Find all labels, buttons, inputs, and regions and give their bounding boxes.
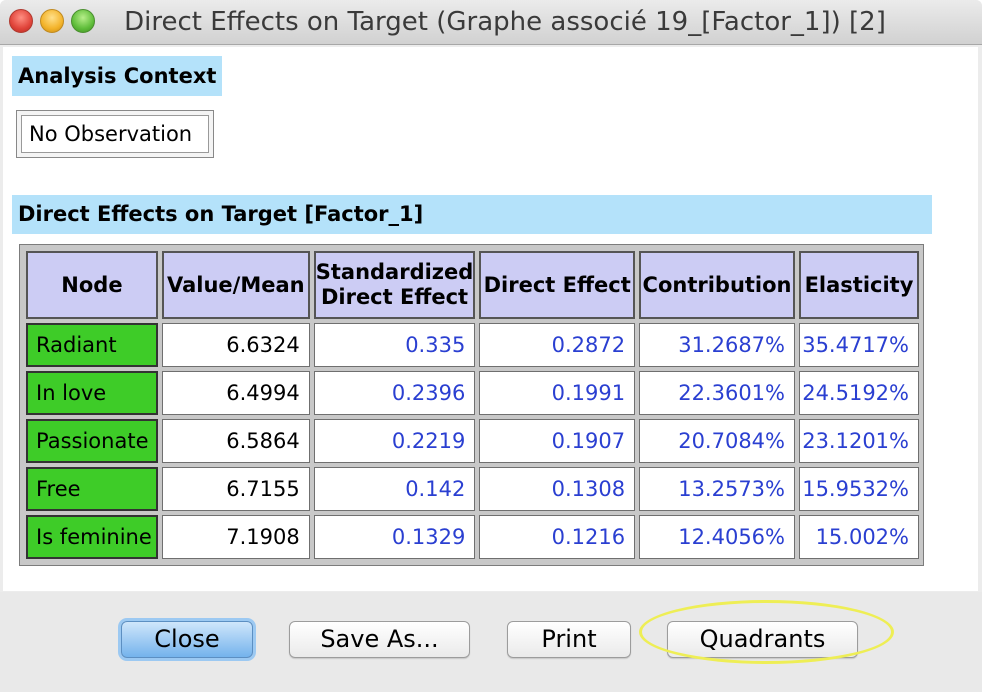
header-line-2: Direct Effect — [320, 285, 469, 309]
direct-effects-label: Direct Effects on Target [Factor_1] — [12, 195, 932, 234]
cell-value-mean[interactable]: 6.7155 — [161, 467, 310, 511]
cell-direct-effect[interactable]: 0.1907 — [479, 419, 636, 463]
cell-direct-effect[interactable]: 0.2872 — [479, 323, 636, 367]
cell-elasticity[interactable]: 15.9532% — [799, 467, 919, 511]
cell-contribution[interactable]: 12.4056% — [639, 515, 795, 559]
analysis-context-label: Analysis Context — [12, 56, 222, 96]
quadrants-highlight-ellipse — [639, 600, 894, 664]
cell-elasticity[interactable]: 15.002% — [799, 515, 919, 559]
cell-value-mean[interactable]: 7.1908 — [161, 515, 310, 559]
cell-value-mean[interactable]: 6.6324 — [161, 323, 310, 367]
table-row: Is feminine 7.1908 0.1329 0.1216 12.4056% 15.… — [26, 515, 919, 559]
dialog-window: Direct Effects on Target (Graphe associé… — [0, 0, 982, 692]
column-header-elasticity[interactable]: Elasticity — [799, 251, 919, 319]
direct-effects-table-frame: Node Value/Mean Standardized Direct Effe… — [19, 244, 924, 566]
cell-node[interactable]: Free — [26, 467, 158, 511]
cell-value-mean[interactable]: 6.4994 — [161, 371, 310, 415]
cell-contribution[interactable]: 31.2687% — [639, 323, 795, 367]
cell-direct-effect[interactable]: 0.1991 — [479, 371, 636, 415]
window-title: Direct Effects on Target (Graphe associé… — [124, 7, 886, 37]
cell-standardized-direct-effect[interactable]: 0.1329 — [313, 515, 476, 559]
table-row: Radiant 6.6324 0.335 0.2872 31.2687% 35.4717% — [26, 323, 919, 367]
cell-value-mean[interactable]: 6.5864 — [161, 419, 310, 463]
cell-standardized-direct-effect[interactable]: 0.2396 — [313, 371, 476, 415]
cell-node[interactable]: Passionate — [26, 419, 158, 463]
observation-field: No Observation — [16, 110, 214, 158]
cell-node[interactable]: Radiant — [26, 323, 158, 367]
cell-contribution[interactable]: 13.2573% — [639, 467, 795, 511]
cell-elasticity[interactable]: 35.4717% — [799, 323, 919, 367]
cell-contribution[interactable]: 20.7084% — [639, 419, 795, 463]
cell-node[interactable]: Is feminine — [26, 515, 158, 559]
cell-elasticity[interactable]: 24.5192% — [799, 371, 919, 415]
column-header-node[interactable]: Node — [26, 251, 158, 319]
table-row: Free 6.7155 0.142 0.1308 13.2573% 15.9532% — [26, 467, 919, 511]
cell-elasticity[interactable]: 23.1201% — [799, 419, 919, 463]
cell-node[interactable]: In love — [26, 371, 158, 415]
header-line-1: Standardized — [315, 260, 474, 284]
cell-standardized-direct-effect[interactable]: 0.2219 — [313, 419, 476, 463]
table-header-row: Node Value/Mean Standardized Direct Effe… — [26, 251, 919, 319]
print-button[interactable]: Print — [507, 621, 631, 658]
title-bar[interactable]: Direct Effects on Target (Graphe associé… — [0, 0, 982, 45]
save-as-button[interactable]: Save As... — [289, 621, 470, 658]
direct-effects-table: Node Value/Mean Standardized Direct Effe… — [22, 247, 923, 563]
observation-value: No Observation — [21, 115, 209, 153]
column-header-contribution[interactable]: Contribution — [639, 251, 795, 319]
cell-standardized-direct-effect[interactable]: 0.335 — [313, 323, 476, 367]
cell-standardized-direct-effect[interactable]: 0.142 — [313, 467, 476, 511]
table-row: Passionate 6.5864 0.2219 0.1907 20.7084% 23.1… — [26, 419, 919, 463]
close-button[interactable]: Close — [121, 621, 253, 658]
cell-direct-effect[interactable]: 0.1308 — [479, 467, 636, 511]
column-header-standardized-direct-effect[interactable]: Standardized Direct Effect — [313, 251, 476, 319]
column-header-direct-effect[interactable]: Direct Effect — [479, 251, 636, 319]
dialog-content: Analysis Context No Observation Direct E… — [3, 47, 978, 591]
cell-direct-effect[interactable]: 0.1216 — [479, 515, 636, 559]
cell-contribution[interactable]: 22.3601% — [639, 371, 795, 415]
column-header-value-mean[interactable]: Value/Mean — [161, 251, 310, 319]
table-row: In love 6.4994 0.2396 0.1991 22.3601% 24.5192… — [26, 371, 919, 415]
